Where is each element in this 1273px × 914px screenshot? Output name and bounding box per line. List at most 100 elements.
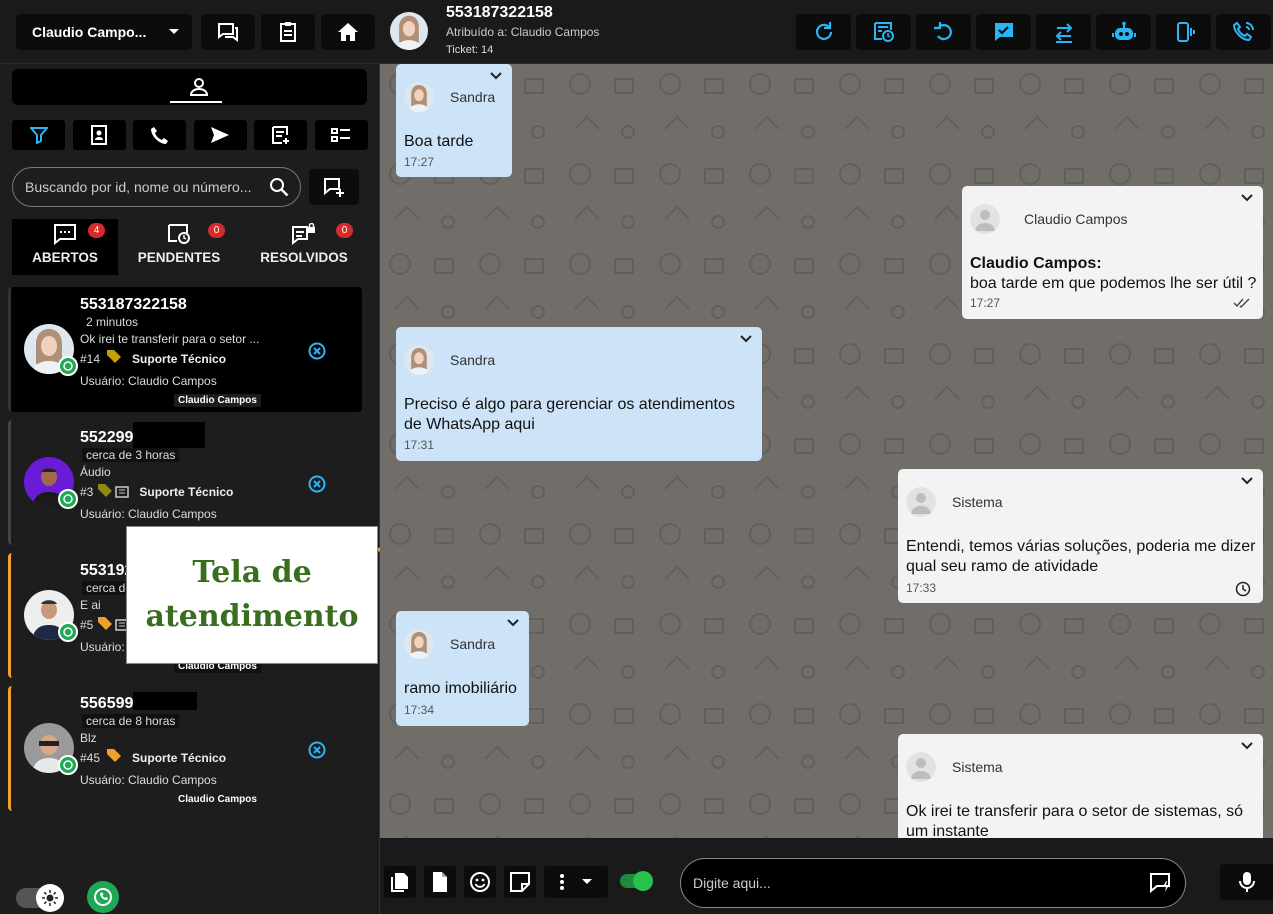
record-audio-button[interactable] xyxy=(1220,864,1273,900)
checklist-button[interactable] xyxy=(314,120,368,150)
new-ticket-button[interactable] xyxy=(309,169,359,205)
quick-reply-icon[interactable] xyxy=(1149,872,1173,894)
message-text: boa tarde em que podemos lhe ser útil ? xyxy=(970,275,1257,292)
chat-panel: 553187322158 Atribuído a: Claudio Campos… xyxy=(380,0,1273,914)
contact-avatar[interactable] xyxy=(390,12,428,50)
funnel-icon xyxy=(29,126,48,144)
count-badge: 4 xyxy=(88,223,105,238)
ticket-item[interactable]: 553187322158 2 minutos Ok irei te transf… xyxy=(8,287,362,412)
user-select-label: Claudio Campo... xyxy=(32,24,147,40)
chevron-down-icon[interactable] xyxy=(1241,742,1253,750)
resolve-button[interactable] xyxy=(976,14,1031,50)
tab-pendentes[interactable]: PENDENTES 0 xyxy=(118,219,240,275)
ticket-queue: Suporte Técnico xyxy=(132,352,227,366)
bot-button[interactable] xyxy=(1096,14,1151,50)
close-ticket-icon[interactable] xyxy=(308,342,326,360)
checklist-icon xyxy=(331,126,351,144)
notes-button[interactable] xyxy=(254,120,308,150)
calls-button[interactable] xyxy=(133,120,187,150)
tab-abertos[interactable]: ABERTOS 4 xyxy=(12,219,118,275)
theme-toggle[interactable] xyxy=(16,884,64,912)
ticket-id: #14 xyxy=(80,352,101,366)
tasks-button[interactable] xyxy=(261,14,315,50)
search-bar xyxy=(12,167,301,207)
transfer-button[interactable] xyxy=(1036,14,1091,50)
message-bubble[interactable]: Sandra Preciso é algo para gerenciar os … xyxy=(396,327,762,461)
ticket-last-message: Ok irei te transferir para o setor ... xyxy=(80,332,260,346)
profile-tab[interactable] xyxy=(12,69,367,105)
home-button[interactable] xyxy=(321,14,375,50)
close-ticket-icon[interactable] xyxy=(308,741,326,759)
ticket-time: 2 minutos xyxy=(86,315,139,329)
chevron-down-icon[interactable] xyxy=(507,619,519,627)
message-input[interactable] xyxy=(693,875,1149,891)
chat-add-icon xyxy=(323,176,345,198)
double-check-icon xyxy=(1233,298,1251,308)
microphone-icon xyxy=(1239,871,1255,893)
message-bubble[interactable]: Sandra ramo imobiliário 17:34 xyxy=(396,611,529,726)
attach-document-button[interactable] xyxy=(424,866,456,898)
refresh-button[interactable] xyxy=(796,14,851,50)
contacts-button[interactable] xyxy=(72,120,126,150)
caret-down-icon xyxy=(168,28,180,36)
return-button[interactable] xyxy=(916,14,971,50)
attach-files-button[interactable] xyxy=(384,866,416,898)
ticket-item[interactable]: 556599 cerca de 8 horas Blz #45 Suporte … xyxy=(8,686,362,811)
message-sender: Sandra xyxy=(404,629,495,659)
chevron-down-icon[interactable] xyxy=(1241,194,1253,202)
sender-name: Sandra xyxy=(450,89,496,105)
more-options-button[interactable] xyxy=(544,866,608,898)
more-vertical-icon xyxy=(559,873,565,891)
chats-button[interactable] xyxy=(201,14,255,50)
tab-indicator xyxy=(170,101,222,103)
tab-resolvidos[interactable]: RESOLVIDOS 0 xyxy=(240,219,368,275)
user-select[interactable]: Claudio Campo... xyxy=(16,14,192,50)
sync-icon xyxy=(813,21,835,43)
message-bubble[interactable]: Sistema Entendi, temos várias soluções, … xyxy=(898,469,1263,603)
message-text: Ok irei te transferir para o setor de si… xyxy=(906,803,1244,838)
close-ticket-icon[interactable] xyxy=(308,475,326,493)
ticket-user: Usuário: Claudio Campos xyxy=(80,374,217,388)
message-time: 17:34 xyxy=(404,703,435,717)
emoji-button[interactable] xyxy=(464,866,496,898)
message-bubble[interactable]: Sistema Ok irei te transferir para o set… xyxy=(898,734,1263,838)
queue-icon xyxy=(115,486,130,498)
schedule-button[interactable] xyxy=(856,14,911,50)
message-bubble[interactable]: Claudio Campos Claudio Campos: boa tarde… xyxy=(962,186,1263,319)
message-icon xyxy=(53,223,77,245)
avatar xyxy=(404,629,434,659)
caret-down-icon xyxy=(581,878,593,886)
ticket-queue: Suporte Técnico xyxy=(132,751,227,765)
clock-icon xyxy=(1235,581,1251,597)
filter-button[interactable] xyxy=(12,120,65,150)
document-icon xyxy=(431,871,449,893)
ticket-meta: #5 xyxy=(80,617,130,632)
device-call-button[interactable] xyxy=(1156,14,1211,50)
transfer-icon xyxy=(1053,21,1075,43)
search-icon[interactable] xyxy=(269,177,289,197)
message-author: Claudio Campos: xyxy=(970,255,1102,272)
tickets-sidebar: Claudio Campo... ABERTOS xyxy=(0,0,380,914)
message-bubble[interactable]: Sandra Boa tarde 17:27 xyxy=(396,64,512,177)
message-sender: Sistema xyxy=(906,752,1003,782)
ticket-time: cerca de 3 horas xyxy=(82,448,180,462)
voice-call-button[interactable] xyxy=(1216,14,1271,50)
count-badge: 0 xyxy=(336,223,353,238)
sender-name: Claudio Campos xyxy=(1024,211,1128,227)
phone-vibrate-icon xyxy=(1173,21,1195,43)
ticket-id: #3 xyxy=(80,485,94,499)
whatsapp-connection-icon[interactable] xyxy=(87,881,119,913)
chevron-down-icon[interactable] xyxy=(1241,477,1253,485)
sticker-icon xyxy=(509,871,531,893)
whatsapp-icon xyxy=(58,356,78,376)
sender-name: Sandra xyxy=(450,352,496,368)
search-input[interactable] xyxy=(25,179,263,195)
signature-toggle[interactable] xyxy=(620,871,653,891)
send-button[interactable] xyxy=(193,120,247,150)
message-sender: Sandra xyxy=(404,345,495,375)
chevron-down-icon[interactable] xyxy=(490,72,502,80)
message-text: ramo imobiliário xyxy=(404,680,517,697)
chevron-down-icon[interactable] xyxy=(740,335,752,343)
filter-toolbar xyxy=(12,120,368,150)
sticker-button[interactable] xyxy=(504,866,536,898)
